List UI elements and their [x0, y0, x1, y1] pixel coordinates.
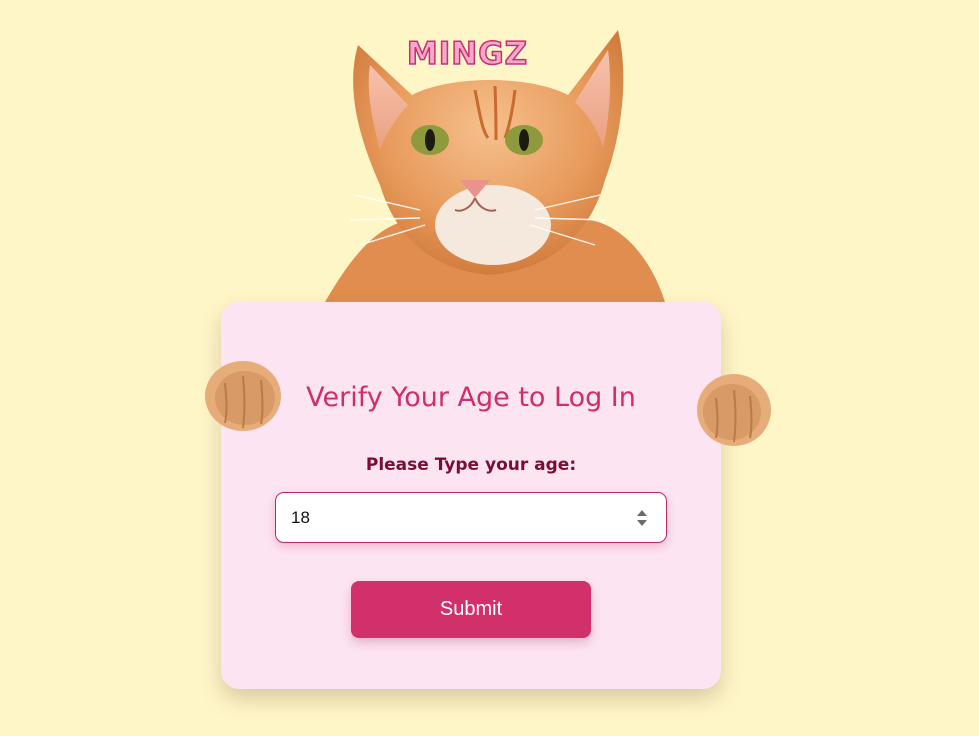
page-title: Verify Your Age to Log In — [306, 382, 636, 413]
age-verification-card: Verify Your Age to Log In Please Type yo… — [221, 302, 721, 689]
paw-icon — [694, 370, 774, 448]
age-input-box[interactable] — [275, 492, 667, 543]
paw-icon — [203, 358, 285, 434]
number-spinner-icon[interactable] — [636, 509, 648, 527]
submit-button[interactable]: Submit — [351, 581, 591, 638]
age-label: Please Type your age: — [365, 455, 577, 475]
age-input[interactable] — [291, 493, 621, 542]
logo: MINGZ — [406, 35, 529, 73]
